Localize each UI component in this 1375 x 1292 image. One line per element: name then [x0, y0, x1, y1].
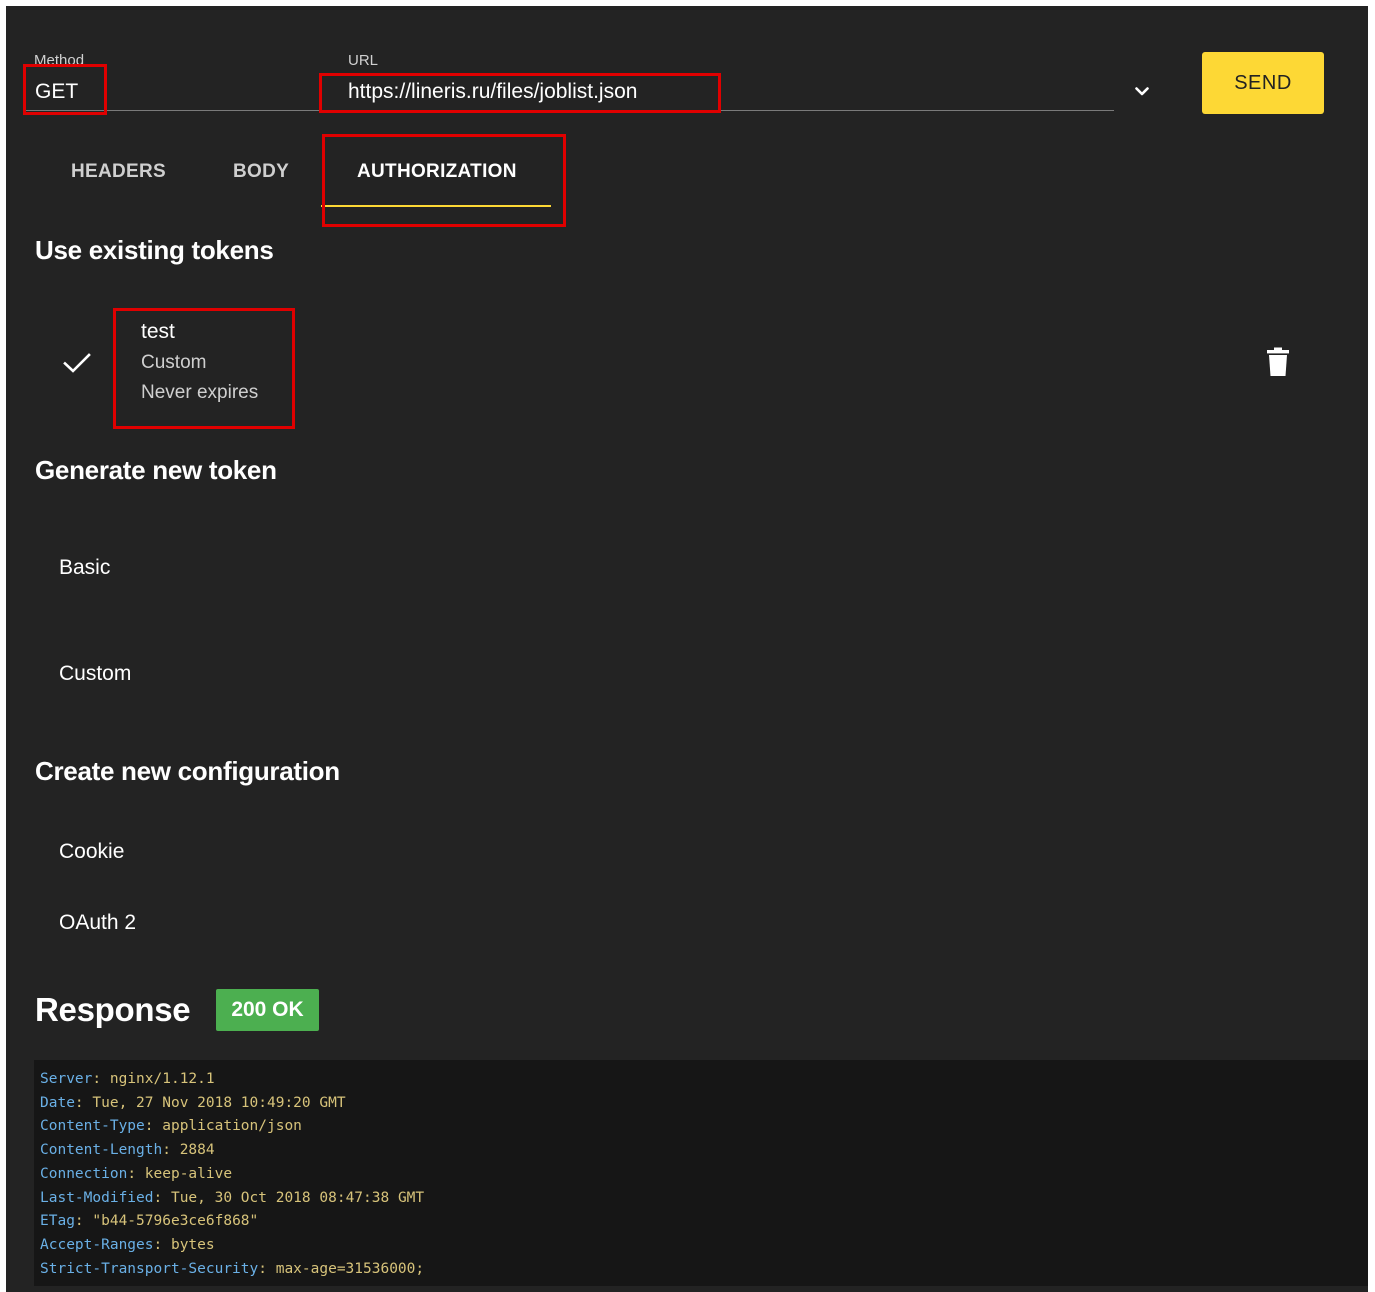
url-underline — [320, 110, 1114, 111]
create-config-title: Create new configuration — [35, 756, 340, 786]
status-badge: 200 OK — [216, 989, 319, 1031]
header-key: Content-Type — [40, 1118, 145, 1135]
header-value: bytes — [170, 1236, 215, 1253]
method-select[interactable]: GET — [35, 80, 78, 104]
existing-tokens-title: Use existing tokens — [35, 235, 274, 265]
response-header-line: Accept-Ranges: bytes — [40, 1236, 215, 1253]
header-key: Content-Length — [40, 1142, 163, 1159]
trash-icon[interactable] — [1265, 347, 1291, 377]
header-value: application/json — [162, 1118, 302, 1135]
url-input[interactable]: https://lineris.ru/files/joblist.json — [348, 80, 637, 104]
token-name: test — [141, 320, 175, 343]
url-label: URL — [348, 52, 379, 69]
config-cookie-item[interactable]: Cookie — [59, 840, 124, 864]
header-value: max-age=31536000; — [275, 1260, 425, 1277]
config-oauth2-item[interactable]: OAuth 2 — [59, 911, 136, 935]
tab-headers[interactable]: HEADERS — [71, 161, 166, 183]
generate-custom-item[interactable]: Custom — [59, 662, 131, 686]
tab-authorization[interactable]: AUTHORIZATION — [357, 161, 517, 183]
active-tab-indicator — [321, 205, 551, 207]
header-value: "b44-5796e3ce6f868" — [92, 1213, 259, 1230]
check-icon — [62, 348, 92, 378]
header-key: Server — [40, 1071, 93, 1087]
generate-token-title: Generate new token — [35, 455, 277, 485]
header-value: 2884 — [179, 1142, 215, 1159]
response-header-line: Strict-Transport-Security: max-age=31536… — [40, 1260, 425, 1277]
header-value: nginx/1.12.1 — [109, 1071, 215, 1087]
response-headers-list: Server: nginx/1.12.1 Date: Tue, 27 Nov 20… — [40, 1068, 424, 1281]
header-key: Strict-Transport-Security — [40, 1260, 259, 1277]
header-value: Tue, 27 Nov 2018 10:49:20 GMT — [92, 1094, 346, 1111]
tab-body[interactable]: BODY — [233, 161, 289, 183]
response-header-line: ETag: "b44-5796e3ce6f868" — [40, 1213, 259, 1230]
header-value: Tue, 30 Oct 2018 08:47:38 GMT — [170, 1189, 425, 1206]
header-key: Last-Modified — [40, 1189, 154, 1206]
api-client-panel: Method GET URL https://lineris.ru/files/… — [6, 6, 1368, 1292]
response-header-line: Date: Tue, 27 Nov 2018 10:49:20 GMT — [40, 1094, 346, 1111]
response-title: Response — [35, 991, 191, 1028]
header-key: Date — [40, 1094, 75, 1111]
header-value: keep-alive — [144, 1165, 233, 1182]
method-label: Method — [34, 52, 85, 69]
response-header-line: Content-Type: application/json — [40, 1118, 302, 1135]
send-button[interactable]: SEND — [1202, 52, 1324, 114]
token-expiry: Never expires — [141, 382, 259, 403]
chevron-down-icon[interactable] — [1130, 79, 1154, 103]
response-header-line: Content-Length: 2884 — [40, 1142, 215, 1159]
header-key: ETag — [40, 1213, 75, 1230]
token-type: Custom — [141, 352, 207, 373]
generate-basic-item[interactable]: Basic — [59, 556, 110, 580]
header-key: Connection — [40, 1165, 128, 1182]
response-header-line: Last-Modified: Tue, 30 Oct 2018 08:47:38… — [40, 1189, 425, 1206]
header-key: Accept-Ranges — [40, 1236, 154, 1253]
method-underline — [24, 110, 320, 111]
token-row[interactable]: test Custom Never expires — [6, 306, 1368, 426]
response-header-line: Server: nginx/1.12.1 — [40, 1071, 215, 1087]
response-header-line: Connection: keep-alive — [40, 1165, 233, 1182]
